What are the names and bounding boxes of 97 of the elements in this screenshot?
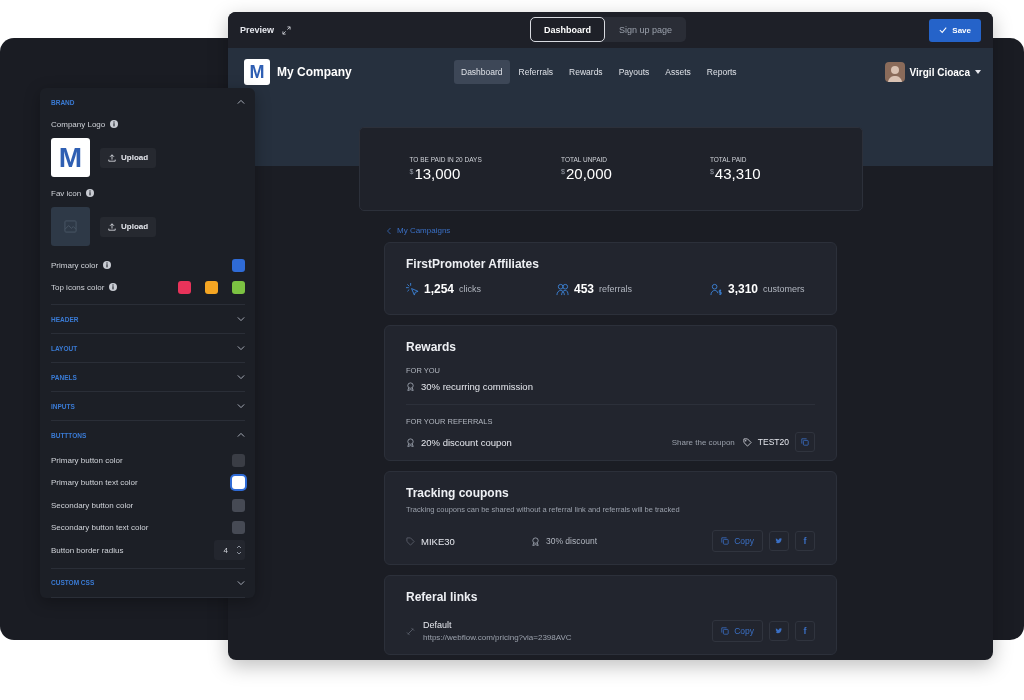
referral-links-title: Referal links (406, 590, 479, 604)
info-icon (109, 283, 118, 291)
info-icon (86, 189, 95, 197)
setting-label: Primary button color (51, 455, 123, 465)
setting-label: Top icons color (51, 282, 105, 292)
share-button[interactable]: f (795, 531, 815, 551)
coupon-code: TEST20 (757, 437, 789, 447)
upload-button[interactable]: Upload (100, 147, 157, 168)
image-icon (64, 220, 77, 233)
user-dollar-icon (710, 282, 723, 296)
tweet-button[interactable] (769, 531, 789, 551)
metric-label: clicks (459, 284, 482, 294)
stat-value: $^{$}$43,310 (709, 165, 762, 182)
back-link[interactable]: My Campaigns (386, 226, 837, 235)
award-icon (406, 437, 415, 447)
color-swatch[interactable] (232, 521, 245, 535)
cursor-click-icon (406, 282, 419, 296)
color-swatch[interactable] (232, 453, 245, 467)
spinner-icon[interactable] (236, 544, 242, 557)
user-name[interactable]: Virgil Cioaca (909, 66, 970, 78)
bird-icon (775, 627, 783, 635)
users-icon (556, 282, 569, 296)
link-name: Default (423, 620, 453, 630)
chevron-down-icon[interactable] (237, 578, 245, 587)
chevron-down-icon[interactable] (237, 315, 245, 323)
share-label: Share the coupon (671, 437, 735, 447)
tag-icon (406, 536, 415, 546)
setting-label: Primary button text color (51, 478, 138, 488)
reward-text: 30% recurring commission (421, 381, 533, 392)
company-logo: M (244, 59, 270, 85)
setting-label: Button border radius (51, 545, 124, 555)
color-swatch[interactable] (232, 280, 245, 294)
copy-icon (721, 627, 730, 635)
preview-title: Preview (240, 25, 275, 35)
reward-text: 20% discount coupon (421, 436, 512, 448)
color-swatch[interactable] (178, 280, 191, 294)
nav-item[interactable]: Payouts (611, 60, 657, 84)
metric-value: 453 (574, 282, 595, 296)
chevron-up-icon[interactable] (237, 431, 245, 439)
color-swatch[interactable] (205, 280, 218, 294)
stat-value: $^{$}$20,000 (561, 165, 613, 182)
nav-item[interactable]: Rewards (562, 60, 610, 84)
coupon-discount: 30% discount (546, 536, 598, 546)
setting-label: Secondary button text color (51, 523, 149, 533)
check-icon (939, 26, 948, 34)
copy-button[interactable]: Copy (712, 530, 763, 552)
share-button[interactable]: f (795, 621, 815, 641)
upload-icon (108, 222, 116, 231)
setting-label: Company Logo (51, 119, 106, 129)
metric-label: customers (763, 284, 805, 294)
tweet-button[interactable] (769, 621, 789, 641)
copy-button[interactable] (795, 432, 815, 452)
setting-label: Fav icon (51, 188, 82, 198)
tag-icon (742, 437, 752, 447)
chevron-down-icon[interactable] (237, 344, 245, 352)
info-icon (103, 261, 112, 269)
info-icon (110, 120, 119, 128)
logo-preview: M (51, 138, 90, 177)
number-input[interactable]: 4 (213, 540, 245, 561)
nav-item[interactable]: Dashboard (454, 60, 510, 84)
link-icon (406, 626, 415, 636)
link-url[interactable]: https://webflow.com/pricing?via=2398AVC (423, 633, 572, 642)
copy-button[interactable]: Copy (712, 620, 763, 642)
copy-icon (801, 438, 809, 446)
caret-icon[interactable] (975, 69, 981, 75)
color-swatch[interactable] (232, 498, 245, 512)
metric-value: 1,254 (424, 282, 455, 296)
upload-button[interactable]: Upload (100, 216, 157, 237)
page-tab[interactable]: Dashboard (530, 17, 605, 42)
color-swatch[interactable] (232, 258, 245, 272)
chevron-down-icon[interactable] (237, 373, 245, 381)
save-button[interactable]: Save (929, 18, 981, 42)
tracking-title: Tracking coupons (406, 486, 510, 500)
coupon-code: MIKE30 (421, 535, 456, 547)
award-icon (406, 382, 415, 391)
avatar-icon (884, 62, 905, 82)
company-name: My Company (277, 65, 352, 79)
chevron-down-icon[interactable] (237, 402, 245, 410)
stat-value: $^{$}$13,000 (409, 165, 462, 182)
setting-label: Primary color (51, 260, 99, 270)
color-swatch[interactable] (232, 476, 245, 490)
chevron-up-icon[interactable] (237, 98, 245, 106)
page-tab[interactable]: Sign up page (605, 17, 687, 42)
nav-item[interactable]: Assets (658, 60, 698, 84)
nav-item[interactable]: Referrals (511, 60, 561, 84)
campaign-title: FirstPromoter Affiliates (406, 257, 540, 271)
upload-icon (108, 153, 116, 162)
metric-value: 3,310 (728, 282, 759, 296)
expand-icon[interactable] (282, 25, 292, 35)
award-icon (531, 536, 540, 546)
metric-label: referrals (599, 284, 633, 294)
bird-icon (775, 537, 783, 545)
nav-item[interactable]: Reports (699, 60, 744, 84)
rewards-title: Rewards (406, 340, 458, 354)
copy-icon (721, 537, 730, 545)
setting-label: Secondary button color (51, 500, 134, 510)
chevron-left-icon (386, 227, 392, 234)
